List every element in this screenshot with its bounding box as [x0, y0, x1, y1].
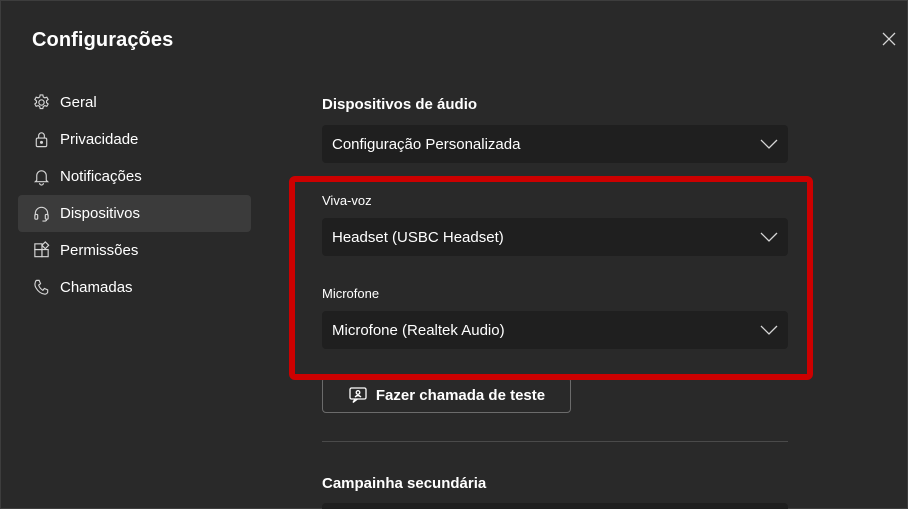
- speaker-value: Headset (USBC Headset): [332, 228, 504, 246]
- microphone-dropdown[interactable]: Microfone (Realtek Audio): [322, 311, 788, 349]
- sidebar-item-label: Geral: [60, 94, 97, 111]
- sidebar-item-privacidade[interactable]: Privacidade: [18, 121, 251, 158]
- audio-preset-value: Configuração Personalizada: [332, 135, 521, 153]
- sidebar-item-dispositivos[interactable]: Dispositivos: [18, 195, 251, 232]
- sidebar-item-label: Permissões: [60, 242, 139, 259]
- chevron-down-icon: [759, 227, 779, 247]
- audio-preset-dropdown[interactable]: Configuração Personalizada: [322, 125, 788, 163]
- phone-icon: [31, 278, 51, 298]
- close-icon: [882, 32, 896, 46]
- sidebar-item-label: Dispositivos: [60, 205, 141, 222]
- secondary-ringer-title: Campainha secundária: [322, 475, 487, 492]
- bell-icon: [31, 167, 51, 187]
- sidebar-item-permissoes[interactable]: Permissões: [18, 232, 251, 269]
- sidebar-item-label: Notificações: [60, 168, 142, 185]
- apps-icon: [31, 241, 51, 261]
- sidebar-item-notificacoes[interactable]: Notificações: [18, 158, 251, 195]
- chevron-down-icon: [759, 134, 779, 154]
- settings-dialog: Configurações Geral Privacidade Notifica…: [0, 0, 908, 509]
- sidebar-item-geral[interactable]: Geral: [18, 84, 251, 121]
- lock-icon: [31, 130, 51, 150]
- test-call-label: Fazer chamada de teste: [375, 386, 546, 404]
- sidebar-item-label: Chamadas: [60, 279, 133, 296]
- chevron-down-icon: [759, 320, 779, 340]
- settings-sidebar: Geral Privacidade Notificações Dispositi…: [18, 84, 251, 306]
- headset-icon: [31, 204, 51, 224]
- close-button[interactable]: [877, 27, 901, 51]
- gear-icon: [31, 93, 51, 113]
- sidebar-item-chamadas[interactable]: Chamadas: [18, 269, 251, 306]
- test-call-icon: [348, 385, 368, 405]
- dialog-title: Configurações: [32, 29, 174, 51]
- microphone-value: Microfone (Realtek Audio): [332, 321, 505, 339]
- speaker-label: Viva-voz: [322, 193, 372, 208]
- section-divider: [322, 441, 788, 442]
- speaker-dropdown[interactable]: Headset (USBC Headset): [322, 218, 788, 256]
- microphone-label: Microfone: [322, 286, 380, 301]
- secondary-ringer-dropdown[interactable]: [322, 503, 788, 509]
- sidebar-item-label: Privacidade: [60, 131, 139, 148]
- test-call-button[interactable]: Fazer chamada de teste: [322, 377, 571, 413]
- audio-devices-title: Dispositivos de áudio: [322, 96, 478, 113]
